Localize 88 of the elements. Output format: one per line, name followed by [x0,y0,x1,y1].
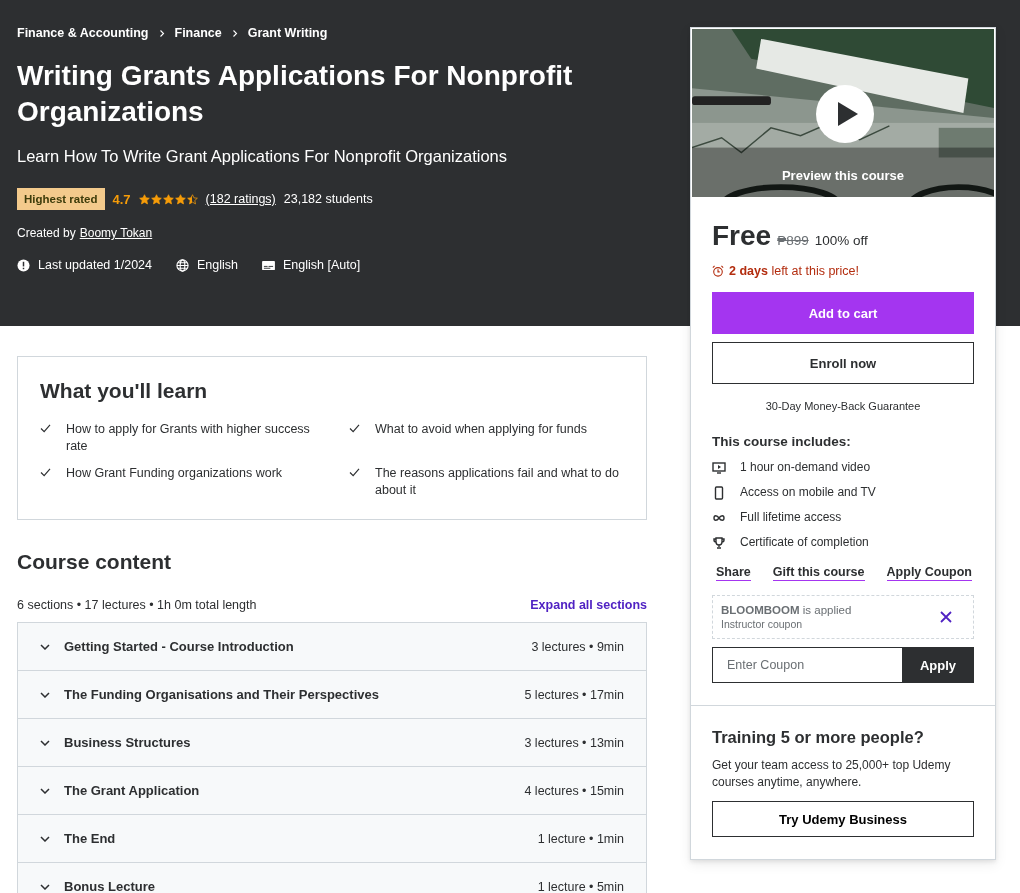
section-row[interactable]: The Funding Organisations and Their Perspectives 5 lectures • 17min [18,671,646,719]
original-price: ₱899 [777,233,809,248]
trophy-icon [712,535,726,550]
close-icon[interactable] [939,610,953,624]
student-count: 23,182 students [283,192,373,206]
chevron-down-icon [40,739,50,746]
star-icon [162,193,174,205]
includes-heading: This course includes: [712,434,852,449]
learning-point: How to apply for Grants with higher success rate [66,421,311,455]
include-item: Access on mobile and TV [740,484,876,501]
breadcrumb-link[interactable]: Grant Writing [247,26,328,40]
section-title: The Funding Organisations and Their Perspectives [64,687,380,702]
include-item: Certificate of completion [740,534,869,551]
check-icon [40,468,51,477]
rating-badge: Highest rated [17,188,105,210]
action-link[interactable]: Apply Coupon [886,565,972,581]
check-icon [349,424,360,433]
guarantee-note: 30-Day Money-Back Guarantee [764,400,922,412]
timer-text: 2 days left at this price! [729,264,859,278]
section-title: The End [64,831,117,846]
content-summary: 6 sections • 17 lectures • 1h 0m total length [17,598,257,612]
discount: 100% off [814,233,868,248]
section-title: Business Structures [64,735,192,750]
apply-button[interactable]: Apply [902,647,974,683]
section-meta: 3 lectures • 9min [531,639,624,654]
rating-value: 4.7 [112,191,131,207]
section-meta: 1 lecture • 5min [537,879,624,893]
chevron-down-icon [40,835,50,842]
expand-all-link[interactable]: Expand all sections [530,598,647,612]
business-text: Get your team access to 25,000+ top Udemy courses anytime, anywhere. [712,757,952,791]
play-button[interactable] [816,85,874,143]
author-link[interactable]: Boomy Tokan [79,226,153,240]
chevron-right-icon [231,28,238,38]
star-icon [138,193,150,205]
chevron-down-icon [40,643,50,650]
section-row[interactable]: The End 1 lecture • 1min [18,815,646,863]
action-link[interactable]: Gift this course [772,565,865,581]
price: Free [712,220,772,252]
video-icon [712,460,726,475]
section-heading: Course content [17,550,172,574]
course-title: Writing Grants Applications For Nonprofit Organizations [17,59,574,129]
globe-icon [176,258,189,272]
include-item: 1 hour on-demand video [740,459,871,476]
learning-point: The reasons applications fail and what to do about it [375,465,620,499]
section-meta: 1 lecture • 1min [537,831,624,846]
last-updated: Last updated 1/2024 [38,258,152,272]
business-button[interactable]: Try Udemy Business [712,801,974,837]
coupon-input[interactable]: Enter Coupon [712,647,902,683]
alarm-clock-icon [712,265,724,277]
course-subtitle: Learn How To Write Grant Applications For Nonprofit Organizations [17,147,509,166]
star-icon [186,193,198,205]
enroll-button[interactable]: Enroll now [712,342,974,384]
phone-icon [712,485,726,500]
section-row[interactable]: Getting Started - Course Introduction 3 lectures • 9min [18,623,646,671]
section-meta: 3 lectures • 13min [524,735,624,750]
section-title: The Grant Application [64,783,201,798]
action-link[interactable]: Share [716,565,751,581]
ratings-link[interactable]: (182 ratings) [205,192,276,206]
learning-point: How Grant Funding organizations work [66,465,283,482]
section-title: Bonus Lecture [64,879,156,893]
check-icon [40,424,51,433]
section-meta: 5 lectures • 17min [524,687,624,702]
breadcrumb-link[interactable]: Finance [174,26,222,40]
check-icon [349,468,360,477]
captions-language: English [Auto] [283,258,361,272]
section-row[interactable]: Bonus Lecture 1 lecture • 5min [18,863,646,893]
language: English [197,258,238,272]
applied-coupon: BLOOMBOOM is applied Instructor coupon [712,595,974,639]
section-row[interactable]: Business Structures 3 lectures • 13min [18,719,646,767]
learning-point: What to avoid when applying for funds [375,421,587,438]
chevron-down-icon [40,787,50,794]
captions-icon [262,259,275,271]
section-meta: 4 lectures • 15min [524,783,624,798]
breadcrumb-link[interactable]: Finance & Accounting [17,26,149,40]
section-heading: What you'll learn [40,379,209,403]
created-by-label: Created by [17,226,76,240]
chevron-down-icon [40,691,50,698]
chevron-right-icon [158,28,165,38]
business-heading: Training 5 or more people? [712,728,925,747]
preview-label: Preview this course [781,168,905,183]
star-icon [174,193,186,205]
star-icon [150,193,162,205]
section-row[interactable]: The Grant Application 4 lectures • 15min [18,767,646,815]
chevron-down-icon [40,883,50,890]
alert-icon [17,258,30,272]
add-to-cart-button[interactable]: Add to cart [712,292,974,334]
include-item: Full lifetime access [740,509,842,526]
section-title: Getting Started - Course Introduction [64,639,295,654]
